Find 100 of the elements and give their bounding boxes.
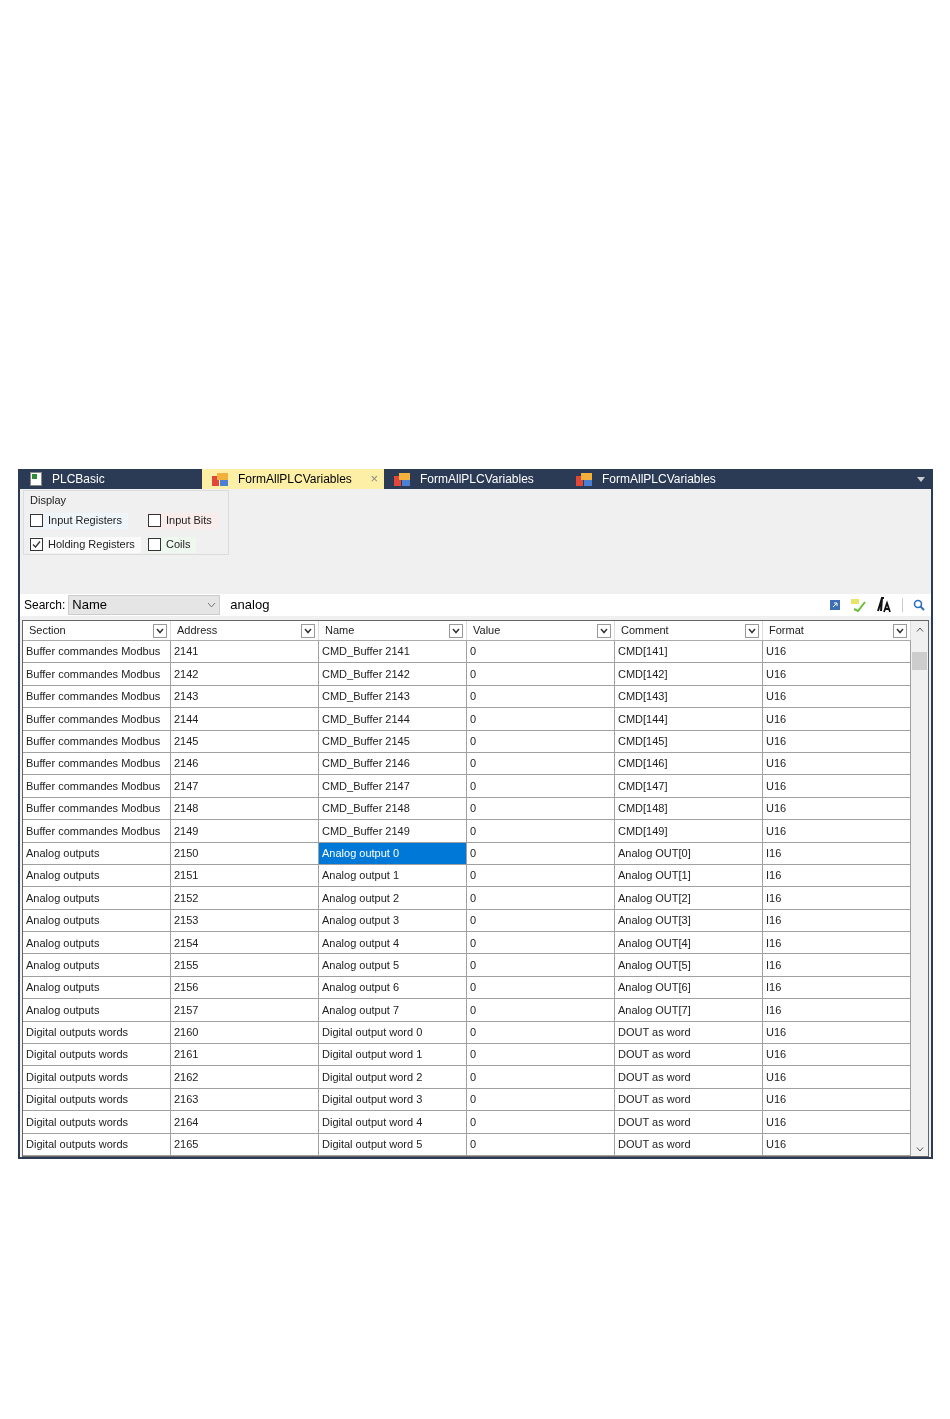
scroll-up-icon[interactable] xyxy=(915,627,924,632)
export-icon[interactable] xyxy=(830,600,840,611)
option-row[interactable]: Input Bits xyxy=(148,512,218,529)
font-icon[interactable] xyxy=(876,597,892,614)
table-row[interactable]: Digital outputs words 2161 Digital output word 1 0 DOUT as word U16 xyxy=(23,1044,911,1067)
tab-label: FormAllPLCVariables xyxy=(420,471,534,488)
sheet-icon xyxy=(30,472,42,486)
table-cell: 0 xyxy=(467,954,615,976)
table-row[interactable]: Buffer commandes Modbus 2148 CMD_Buffer 2148 0 CMD[148] U16 xyxy=(23,797,911,821)
table-row[interactable]: Digital outputs words 2165 Digital output word 5 0 DOUT as word U16 xyxy=(23,1133,911,1156)
table-cell: Analog output 6 xyxy=(319,976,467,999)
table-cell: 0 xyxy=(467,1066,615,1088)
checkbox[interactable] xyxy=(30,538,43,551)
table-cell: 0 xyxy=(467,708,615,730)
table-row[interactable]: Analog outputs 2151 Analog output 1 0 Analog OUT[1] I16 xyxy=(23,864,911,888)
table-cell: Analog output 1 xyxy=(319,864,467,887)
scroll-thumb[interactable] xyxy=(912,652,927,670)
filter-dropdown-icon[interactable] xyxy=(301,623,315,638)
filter-dropdown-icon[interactable] xyxy=(597,623,611,638)
scrollbar[interactable] xyxy=(911,621,928,1156)
table-row[interactable]: Analog outputs 2157 Analog output 7 0 Analog OUT[7] I16 xyxy=(23,999,911,1022)
table-row[interactable]: Digital outputs words 2163 Digital output word 3 0 DOUT as word U16 xyxy=(23,1088,911,1112)
table-cell: 0 xyxy=(467,864,615,887)
group-title: Display xyxy=(30,493,68,508)
search-field-dropdown[interactable]: Name xyxy=(68,595,221,616)
table-cell: 2147 xyxy=(171,775,319,797)
table-cell: 0 xyxy=(467,663,615,685)
column-header[interactable]: Comment xyxy=(615,621,763,640)
table-row[interactable]: Buffer commandes Modbus 2141 CMD_Buffer 2141 0 CMD[141] U16 xyxy=(23,641,911,664)
table-cell: CMD[144] xyxy=(615,708,763,730)
search-input[interactable]: analog xyxy=(230,595,270,615)
table-row[interactable]: Buffer commandes Modbus 2145 CMD_Buffer 2145 0 CMD[145] U16 xyxy=(23,730,911,753)
table-cell: 0 xyxy=(467,797,615,820)
table-cell: Digital outputs words xyxy=(23,1111,171,1133)
spellcheck-icon[interactable] xyxy=(850,598,866,613)
table-cell: 2157 xyxy=(171,999,319,1021)
table-cell: 2160 xyxy=(171,1021,319,1044)
table-cell: 2143 xyxy=(171,685,319,708)
option-row[interactable]: Coils xyxy=(148,536,197,553)
table-cell: CMD[149] xyxy=(615,820,763,842)
checkbox[interactable] xyxy=(30,514,43,527)
column-header[interactable]: Format xyxy=(763,621,911,640)
table-row[interactable]: Buffer commandes Modbus 2147 CMD_Buffer 2147 0 CMD[147] U16 xyxy=(23,775,911,798)
table-row[interactable]: Digital outputs words 2162 Digital output word 2 0 DOUT as word U16 xyxy=(23,1066,911,1089)
scroll-down-icon[interactable] xyxy=(915,1147,924,1152)
tab[interactable]: FormAllPLCVariables × xyxy=(202,469,384,489)
table-cell: CMD[142] xyxy=(615,663,763,685)
table-row[interactable]: Analog outputs 2156 Analog output 6 0 Analog OUT[6] I16 xyxy=(23,976,911,1000)
table-cell: Digital output word 5 xyxy=(319,1133,467,1155)
table-cell: DOUT as word xyxy=(615,1066,763,1088)
table-cell: DOUT as word xyxy=(615,1111,763,1133)
table-cell: 0 xyxy=(467,932,615,954)
table-cell: 2156 xyxy=(171,976,319,999)
table-cell: 2145 xyxy=(171,730,319,752)
table-row[interactable]: Buffer commandes Modbus 2143 CMD_Buffer 2143 0 CMD[143] U16 xyxy=(23,685,911,709)
option-row[interactable]: Holding Registers xyxy=(30,536,141,553)
table-cell: Buffer commandes Modbus xyxy=(23,797,171,820)
table-row[interactable]: Analog outputs 2150 Analog output 0 0 Analog OUT[0] I16 xyxy=(23,842,911,865)
table-row[interactable]: Buffer commandes Modbus 2149 CMD_Buffer 2149 0 CMD[149] U16 xyxy=(23,820,911,843)
column-header[interactable]: Name xyxy=(319,621,467,640)
filter-dropdown-icon[interactable] xyxy=(893,623,907,638)
table-cell: Analog outputs xyxy=(23,999,171,1021)
table-cell: Digital outputs words xyxy=(23,1133,171,1155)
filter-dropdown-icon[interactable] xyxy=(449,623,463,638)
table-cell: Digital outputs words xyxy=(23,1044,171,1066)
table-cell: DOUT as word xyxy=(615,1088,763,1111)
table-row[interactable]: Buffer commandes Modbus 2146 CMD_Buffer 2146 0 CMD[146] U16 xyxy=(23,752,911,776)
table-cell: 0 xyxy=(467,752,615,775)
table-row[interactable]: Analog outputs 2155 Analog output 5 0 Analog OUT[5] I16 xyxy=(23,954,911,977)
table-row[interactable]: Analog outputs 2153 Analog output 3 0 Analog OUT[3] I16 xyxy=(23,909,911,933)
table-cell: CMD_Buffer 2149 xyxy=(319,820,467,842)
table-cell: CMD[148] xyxy=(615,797,763,820)
filter-dropdown-icon[interactable] xyxy=(745,623,759,638)
table-cell: 2146 xyxy=(171,752,319,775)
table-row[interactable]: Digital outputs words 2164 Digital output word 4 0 DOUT as word U16 xyxy=(23,1111,911,1134)
form-icon xyxy=(212,472,228,486)
search-icon[interactable] xyxy=(913,599,925,612)
table-cell: Buffer commandes Modbus xyxy=(23,820,171,842)
dropdown-arrow-icon[interactable] xyxy=(917,476,925,482)
table-cell: 0 xyxy=(467,1111,615,1133)
table-cell: Analog OUT[1] xyxy=(615,864,763,887)
table-row[interactable]: Analog outputs 2154 Analog output 4 0 Analog OUT[4] I16 xyxy=(23,932,911,955)
option-label: Input Registers xyxy=(48,513,122,529)
checkbox[interactable] xyxy=(148,514,161,527)
table-cell: CMD_Buffer 2141 xyxy=(319,641,467,663)
table-row[interactable]: Buffer commandes Modbus 2144 CMD_Buffer 2144 0 CMD[144] U16 xyxy=(23,708,911,731)
table-cell: 0 xyxy=(467,1021,615,1044)
option-row[interactable]: Input Registers xyxy=(30,512,128,529)
column-header[interactable]: Address xyxy=(171,621,319,640)
table-row[interactable]: Digital outputs words 2160 Digital output word 0 0 DOUT as word U16 xyxy=(23,1021,911,1045)
filter-dropdown-icon[interactable] xyxy=(153,623,167,638)
column-header[interactable]: Value xyxy=(467,621,615,640)
column-header[interactable]: Section xyxy=(23,621,171,640)
table-cell: 2161 xyxy=(171,1044,319,1066)
table-row[interactable]: Analog outputs 2152 Analog output 2 0 Analog OUT[2] I16 xyxy=(23,887,911,910)
table-cell: Analog OUT[7] xyxy=(615,999,763,1021)
checkbox[interactable] xyxy=(148,538,161,551)
table-row[interactable]: Buffer commandes Modbus 2142 CMD_Buffer 2142 0 CMD[142] U16 xyxy=(23,663,911,686)
tab-label: FormAllPLCVariables xyxy=(238,471,352,488)
table-cell: 0 xyxy=(467,1088,615,1111)
